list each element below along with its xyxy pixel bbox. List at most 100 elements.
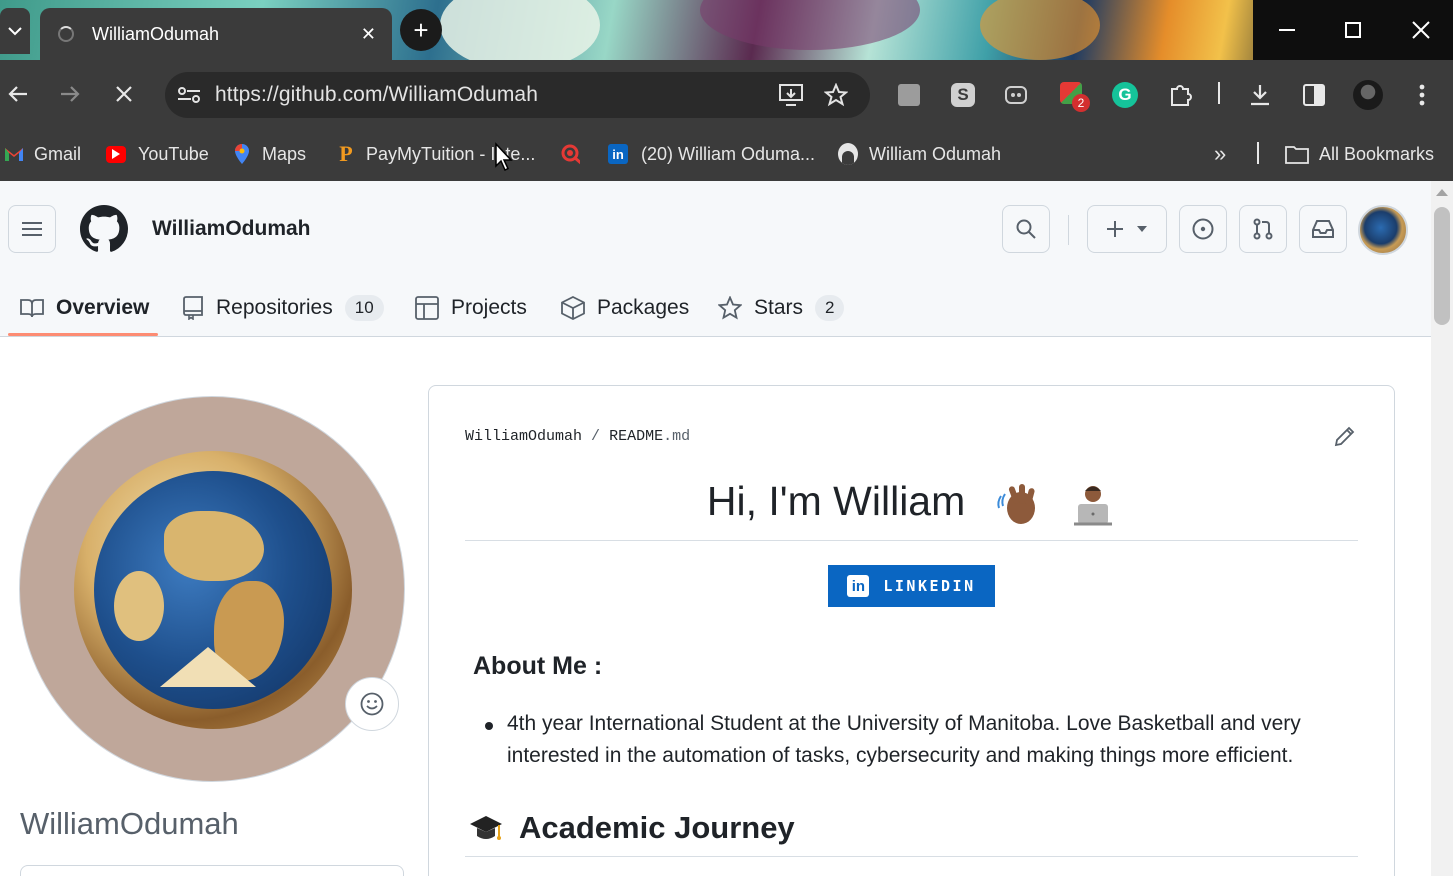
package-icon	[561, 296, 585, 320]
address-bar-url[interactable]: https://github.com/WilliamOdumah	[215, 83, 778, 107]
gmail-icon	[4, 144, 24, 164]
tab-stars[interactable]: Stars 2	[718, 279, 845, 337]
search-button[interactable]	[1002, 205, 1050, 253]
back-button[interactable]	[0, 76, 36, 112]
pull-requests-button[interactable]	[1239, 205, 1287, 253]
install-app-icon[interactable]	[778, 83, 804, 107]
side-panel-icon[interactable]	[1297, 78, 1331, 112]
scroll-up-arrow-icon[interactable]	[1436, 189, 1448, 196]
pencil-icon	[1334, 426, 1355, 447]
linkedin-badge-button[interactable]: in LINKEDIN	[828, 565, 995, 607]
star-icon	[718, 296, 742, 320]
technologist-icon	[1070, 482, 1116, 526]
stars-count: 2	[815, 295, 845, 321]
bookmark-star-icon[interactable]	[824, 83, 848, 107]
browser-toolbar: https://github.com/WilliamOdumah S 2 G	[0, 60, 1453, 128]
github-profile-page: WilliamOdumah Overview Repositories 10 P…	[0, 181, 1431, 876]
repositories-count: 10	[344, 295, 384, 321]
maximize-button[interactable]	[1320, 0, 1386, 60]
readme-breadcrumb-user[interactable]: WilliamOdumah	[465, 428, 582, 445]
close-icon	[1412, 21, 1430, 39]
project-table-icon	[415, 296, 439, 320]
readme-card: WilliamOdumah / README.md Hi, I'm Willia…	[428, 385, 1395, 876]
triangle-down-icon	[1137, 226, 1147, 232]
bookmark-maps[interactable]: Maps	[232, 138, 306, 170]
tab-overview[interactable]: Overview	[20, 279, 149, 337]
bookmark-github[interactable]: William Odumah	[838, 138, 1001, 170]
bookmark-linkedin[interactable]: in (20) William Oduma...	[608, 138, 815, 170]
tab-packages[interactable]: Packages	[561, 279, 689, 337]
academic-heading: Academic Journey	[469, 810, 795, 846]
extension-badge: 2	[1072, 94, 1090, 112]
folder-icon	[1285, 144, 1309, 164]
wallpaper-decoration	[700, 0, 920, 50]
github-header: WilliamOdumah Overview Repositories 10 P…	[0, 181, 1431, 337]
tab-search-button[interactable]	[0, 8, 30, 54]
header-username[interactable]: WilliamOdumah	[152, 217, 311, 241]
readme-heading: Hi, I'm William	[465, 478, 1358, 526]
header-divider	[1068, 215, 1069, 245]
edit-profile-box[interactable]	[20, 865, 404, 876]
breadcrumb-separator: /	[591, 428, 601, 445]
wallpaper-decoration	[980, 0, 1100, 60]
bookmark-gmail[interactable]: Gmail	[4, 138, 81, 170]
loading-spinner-icon	[58, 26, 74, 42]
extension-s-icon[interactable]: S	[946, 78, 980, 112]
waving-hand-icon	[995, 482, 1041, 526]
extension-colorful-icon[interactable]: 2	[1056, 78, 1090, 112]
bookmarks-bar: Gmail YouTube Maps P PayMyTuition - Inte…	[0, 128, 1453, 181]
arrow-right-icon	[61, 86, 80, 102]
scrollbar-thumb[interactable]	[1434, 207, 1450, 325]
tab-projects[interactable]: Projects	[415, 279, 527, 337]
linkedin-icon: in	[847, 575, 870, 597]
inbox-button[interactable]	[1299, 205, 1347, 253]
extensions-puzzle-icon[interactable]	[1163, 78, 1197, 112]
forward-button[interactable]	[52, 76, 88, 112]
user-avatar[interactable]	[1358, 205, 1408, 255]
profile-tabs: Overview Repositories 10 Projects Packag…	[0, 279, 1431, 337]
profile-login: WilliamOdumah	[20, 806, 239, 841]
close-window-button[interactable]	[1388, 0, 1453, 60]
tab-close-icon[interactable]: ✕	[361, 24, 376, 45]
bookmark-youtube[interactable]: YouTube	[106, 138, 209, 170]
restore-icon	[1345, 22, 1361, 38]
repo-icon	[182, 296, 204, 320]
page-scrollbar[interactable]	[1431, 181, 1453, 876]
tab-title: WilliamOdumah	[92, 23, 220, 44]
browser-menu-icon[interactable]	[1405, 78, 1439, 112]
bookmarks-overflow-button[interactable]: »	[1214, 138, 1226, 170]
bookmark-search[interactable]	[560, 138, 590, 170]
stop-loading-button[interactable]	[106, 76, 142, 112]
graduation-cap-icon	[469, 813, 503, 843]
grammarly-icon[interactable]: G	[1108, 78, 1142, 112]
address-bar[interactable]: https://github.com/WilliamOdumah	[165, 72, 870, 118]
minimize-button[interactable]	[1254, 0, 1320, 60]
tab-repositories[interactable]: Repositories 10	[182, 279, 384, 337]
create-new-button[interactable]	[1087, 205, 1167, 253]
github-logo-icon[interactable]	[80, 205, 128, 253]
global-nav-menu-button[interactable]	[8, 205, 56, 253]
site-settings-icon	[178, 87, 200, 103]
about-heading: About Me :	[473, 652, 603, 680]
hamburger-menu-icon	[22, 222, 42, 236]
search-icon	[1016, 219, 1036, 239]
heading-divider	[465, 540, 1358, 541]
issues-button[interactable]	[1179, 205, 1227, 253]
issue-opened-icon	[1192, 218, 1214, 240]
profile-avatar[interactable]	[19, 396, 405, 782]
edit-readme-button[interactable]	[1333, 424, 1357, 448]
set-status-button[interactable]	[345, 677, 399, 731]
maps-pin-icon	[232, 144, 252, 164]
window-titlebar: WilliamOdumah ✕ +	[0, 0, 1453, 60]
all-bookmarks-button[interactable]: All Bookmarks	[1285, 138, 1434, 170]
about-bullet: 4th year International Student at the Un…	[507, 712, 1301, 767]
new-tab-button[interactable]: +	[400, 9, 442, 51]
browser-tab-active[interactable]: WilliamOdumah ✕	[40, 8, 392, 60]
youtube-icon	[106, 144, 126, 164]
downloads-icon[interactable]	[1243, 78, 1277, 112]
profile-avatar-icon[interactable]	[1351, 78, 1385, 112]
extension-copilot-icon[interactable]	[1000, 78, 1034, 112]
academic-divider	[465, 856, 1358, 857]
active-tab-underline	[8, 333, 158, 336]
extension-gray-square-icon[interactable]	[892, 78, 926, 112]
